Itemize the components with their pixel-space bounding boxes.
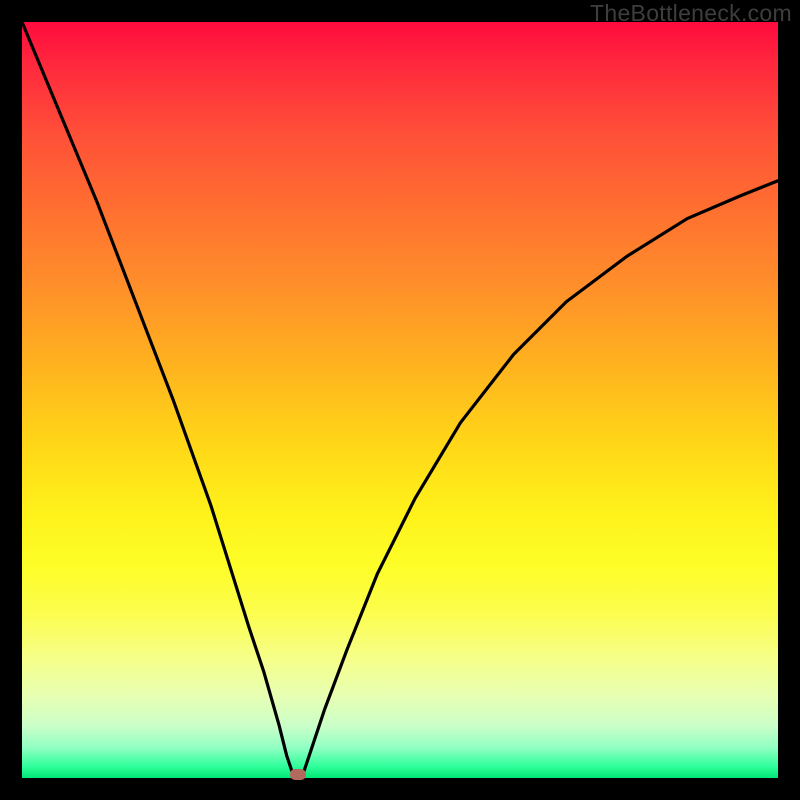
plot-area [22, 22, 778, 778]
chart-frame: TheBottleneck.com [0, 0, 800, 800]
bottleneck-curve [22, 22, 778, 778]
optimum-marker [290, 769, 306, 780]
